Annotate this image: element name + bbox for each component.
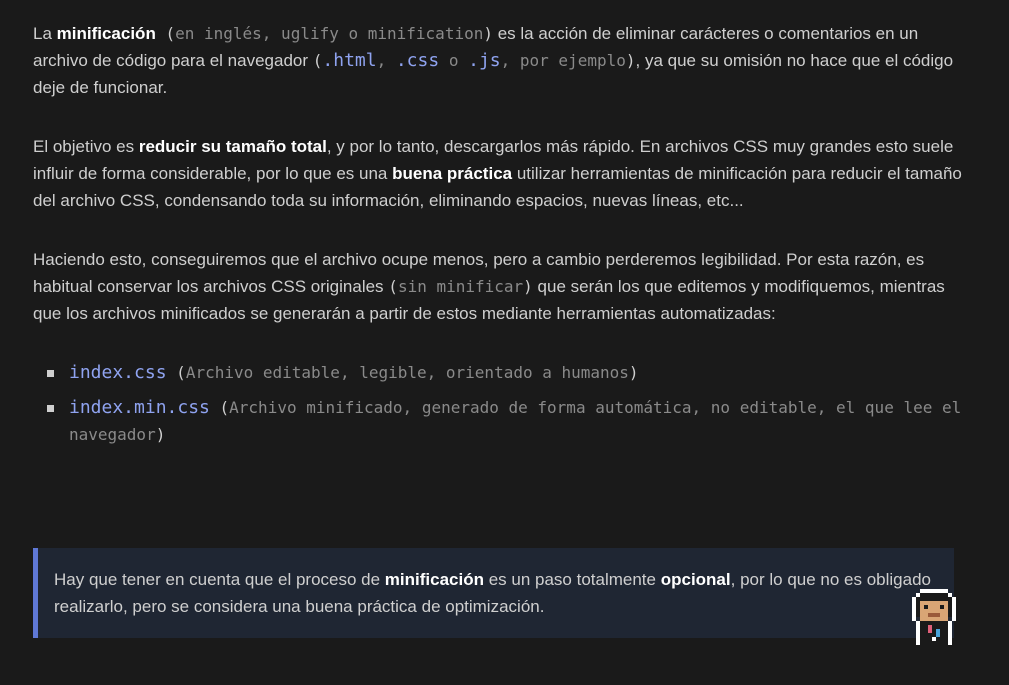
term-opcional: opcional xyxy=(660,570,731,589)
term-minificacion: minificación xyxy=(56,24,156,43)
code-css: .css xyxy=(395,50,440,71)
term-minificacion: minificación xyxy=(384,570,484,589)
file-name: index.css xyxy=(69,362,167,383)
callout-text: Hay que tener en cuenta que el proceso d… xyxy=(54,570,931,616)
term-buena-practica: buena práctica xyxy=(392,164,513,183)
list-item: index.css (Archivo editable, legible, or… xyxy=(33,359,963,386)
bullet-icon xyxy=(47,405,54,412)
pixel-avatar-icon xyxy=(912,589,956,645)
paragraph-minificacion: La minificación (en inglés, uglify o min… xyxy=(33,24,954,97)
code-html: .html xyxy=(322,50,377,71)
code-js: .js xyxy=(468,50,501,71)
inline-note: en inglés, uglify o minification xyxy=(175,24,484,43)
file-name: index.min.css xyxy=(69,397,210,418)
file-list: index.css (Archivo editable, legible, or… xyxy=(33,359,963,448)
paragraph-legibilidad: Haciendo esto, conseguiremos que el arch… xyxy=(33,250,945,323)
list-item: index.min.css (Archivo minificado, gener… xyxy=(33,394,963,448)
inline-note: sin minificar xyxy=(397,277,524,296)
paragraph-objetivo: El objetivo es reducir su tamaño total, … xyxy=(33,137,962,210)
bullet-icon xyxy=(47,370,54,377)
info-callout: Hay que tener en cuenta que el proceso d… xyxy=(33,548,954,638)
term-reducir: reducir su tamaño total xyxy=(138,137,327,156)
article-content: La minificación (en inglés, uglify o min… xyxy=(33,20,963,496)
file-description: Archivo editable, legible, orientado a h… xyxy=(185,363,629,382)
